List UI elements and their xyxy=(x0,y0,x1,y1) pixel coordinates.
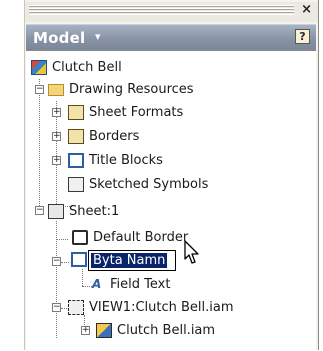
browser-title-bar[interactable]: Model ▾ ? xyxy=(26,24,316,50)
collapse-toggle[interactable]: − xyxy=(52,303,61,312)
rename-input[interactable]: Byta Namn xyxy=(88,250,176,271)
tree-item-label: VIEW1:Clutch Bell.iam xyxy=(89,300,234,315)
browser-title: Model xyxy=(33,29,86,47)
tree-connector xyxy=(39,79,40,206)
sketched-symbol-icon xyxy=(68,177,84,192)
expand-toggle[interactable]: + xyxy=(52,156,61,165)
tree-item-sketched-symbols[interactable]: Sketched Symbols xyxy=(68,174,268,196)
sheet-icon xyxy=(48,204,64,219)
tree-item-label: Sketched Symbols xyxy=(89,177,209,192)
tree-item-label: Clutch Bell.iam xyxy=(117,323,216,338)
close-icon[interactable]: × xyxy=(301,3,312,17)
tree-connector xyxy=(56,239,68,240)
field-text-icon: A xyxy=(92,277,102,291)
expand-toggle[interactable]: + xyxy=(81,326,90,335)
drawing-view-icon xyxy=(68,300,84,315)
tree-item-sheet-1[interactable]: Sheet:1 xyxy=(48,201,248,223)
title-block-icon xyxy=(71,252,87,267)
border-icon xyxy=(72,230,88,245)
panel-grip-bar[interactable]: × xyxy=(25,2,318,22)
tree-item-label: Sheet Formats xyxy=(89,105,184,120)
expand-toggle[interactable]: + xyxy=(52,132,61,141)
tree-connector xyxy=(61,262,69,263)
model-tree: Clutch Bell − Drawing Resources + Sheet … xyxy=(26,50,316,351)
tree-item-field-text[interactable]: A Field Text xyxy=(92,274,292,296)
border-icon xyxy=(68,129,84,144)
grip-lines xyxy=(29,5,294,15)
tree-connector xyxy=(82,269,83,286)
collapse-toggle[interactable]: − xyxy=(35,206,44,215)
chevron-down-icon[interactable]: ▾ xyxy=(95,30,101,43)
sheet-format-icon xyxy=(68,105,84,120)
tree-item-label: Clutch Bell xyxy=(52,60,122,75)
tree-item-label: Sheet:1 xyxy=(69,204,120,219)
tree-item-clutch-bell[interactable]: Clutch Bell xyxy=(31,57,231,79)
tree-item-view1[interactable]: VIEW1:Clutch Bell.iam xyxy=(68,297,308,319)
folder-icon xyxy=(48,84,64,96)
tree-item-label: Title Blocks xyxy=(89,153,163,168)
model-browser-panel: × Model ▾ ? Clutch Bell − Drawing Resour… xyxy=(24,0,319,351)
tree-item-sheet-formats[interactable]: Sheet Formats xyxy=(68,102,268,124)
tree-item-label: Default Border xyxy=(93,230,189,245)
title-block-icon xyxy=(68,153,84,168)
tree-item-label: Field Text xyxy=(110,277,171,292)
mouse-pointer-icon xyxy=(184,240,199,264)
drawing-document-icon xyxy=(31,60,47,75)
tree-connector xyxy=(82,286,92,287)
tree-item-label: Borders xyxy=(89,129,140,144)
tree-item-title-blocks[interactable]: Title Blocks xyxy=(68,150,268,172)
tree-item-label: Drawing Resources xyxy=(69,82,194,97)
rename-input-selection: Byta Namn xyxy=(91,253,168,268)
assembly-icon xyxy=(96,323,112,338)
expand-toggle[interactable]: + xyxy=(52,108,61,117)
collapse-toggle[interactable]: − xyxy=(52,257,61,266)
tree-item-clutch-bell-iam[interactable]: Clutch Bell.iam xyxy=(96,320,296,342)
tree-item-borders[interactable]: Borders xyxy=(68,126,268,148)
collapse-toggle[interactable]: − xyxy=(35,85,44,94)
tree-item-default-border[interactable]: Default Border xyxy=(72,227,272,249)
help-icon[interactable]: ? xyxy=(295,29,310,44)
tree-item-drawing-resources[interactable]: Drawing Resources xyxy=(48,79,248,101)
